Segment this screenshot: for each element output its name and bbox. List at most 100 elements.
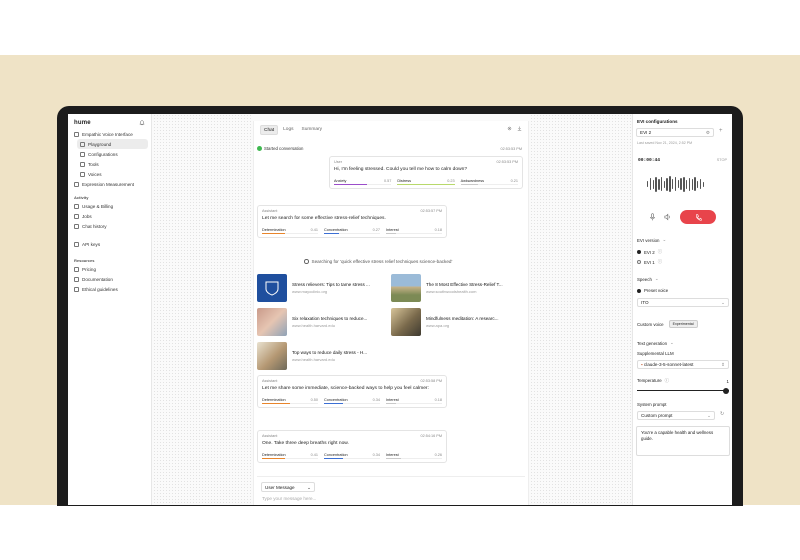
chevron-down-icon: ⌄ [707, 412, 711, 418]
config-panel: EVI configurations EVI 2 ⚙ + Last saved … [632, 114, 732, 505]
settings-icon[interactable] [507, 126, 512, 131]
supplemental-llm-label: Supplemental LLM [637, 351, 674, 356]
emotion-score: Distress 0.23 [397, 178, 455, 186]
search-result-card[interactable]: Six relaxation techniques to reduce... ww… [257, 308, 387, 336]
app-screen: hume Empathic Voice Interface Playground… [68, 114, 732, 505]
emotion-value: 0.18 [434, 397, 442, 402]
emotion-name: Determination [262, 452, 286, 457]
result-title: The 8 Most Effective Stress-Relief T... [426, 282, 503, 287]
conversation-started: Started conversation [257, 146, 303, 151]
emotion-name: Interest [386, 227, 399, 232]
emotion-scores: Determination 0.41 Concentration 0.34 Inte… [262, 453, 442, 460]
message-assistant: Assistant 02:53:58 PM Let me share some … [257, 375, 447, 409]
call-timer: 00:00:44 [638, 158, 661, 163]
emotion-score: Interest 0.18 [386, 398, 442, 405]
emotion-score: Awkwardness 0.21 [460, 178, 518, 186]
chevron-down-icon: ⌄ [307, 485, 311, 490]
search-result-card[interactable]: Stress relievers: Tips to tame stress ..… [257, 274, 387, 302]
download-icon[interactable] [517, 126, 522, 131]
system-prompt-label: System prompt [637, 402, 667, 407]
stop-label[interactable]: STOP [717, 158, 727, 162]
message-input[interactable]: Type your message here... [262, 496, 316, 501]
emotion-value: 0.21 [510, 178, 518, 183]
nav-tools[interactable]: Tools [68, 159, 151, 169]
emotion-value: 0.26 [434, 452, 442, 457]
radio-label: EVI 1 [644, 259, 655, 265]
temperature-slider-handle[interactable] [723, 387, 729, 394]
microphone-icon[interactable] [649, 213, 656, 221]
emotion-score: Determination 0.41 [262, 228, 318, 235]
message-text: Hi, I'm feeling stressed. Could you tell… [334, 167, 468, 172]
emotion-bar [262, 403, 290, 405]
text-generation-heading[interactable]: Text generation ⌄ [637, 340, 674, 346]
radio-indicator [637, 288, 641, 293]
message-text: Let me share some immediate, science-bac… [262, 386, 429, 391]
message-text: One. Take three deep breaths right now. [262, 441, 349, 446]
settings-icon [80, 151, 85, 157]
evi-1-radio[interactable]: EVI 1 ⓘ [637, 259, 662, 265]
voice-select[interactable]: ITO ⌄ [637, 298, 729, 307]
search-result-card[interactable]: Mindfulness meditation: A researc... www.… [391, 308, 521, 336]
emotion-name: Determination [262, 397, 286, 402]
emotion-bar [262, 458, 285, 460]
emotion-scores: Determination 0.41 Concentration 0.27 Inte… [262, 228, 442, 235]
result-url: www.health.harvard.edu [292, 323, 335, 328]
search-result-card[interactable]: The 8 Most Effective Stress-Relief T... w… [391, 274, 521, 302]
nav-usage-billing[interactable]: Usage & Billing [68, 201, 151, 211]
nav-label: Usage & Billing [82, 203, 114, 209]
add-icon[interactable]: + [719, 128, 723, 134]
custom-voice-radio[interactable]: Custom voice Experimental [637, 320, 698, 328]
section-title: Text generation [637, 340, 668, 346]
nav-configurations[interactable]: Configurations [68, 149, 151, 159]
nav-playground[interactable]: Playground [77, 139, 148, 149]
phone-icon [695, 213, 702, 221]
nav-empathic-voice-interface[interactable]: Empathic Voice Interface [68, 129, 151, 139]
emotion-name: Concentration [324, 452, 348, 457]
info-icon: ⓘ [664, 378, 670, 383]
tab-logs[interactable]: Logs [280, 125, 296, 135]
prompt-select-value: Custom prompt [641, 413, 673, 418]
nav-ethical-guidelines[interactable]: Ethical guidelines [68, 284, 151, 294]
speech-heading[interactable]: Speech ⌄ [637, 276, 659, 282]
message-composer: User Message ⌄ Type your message here... [257, 476, 525, 505]
config-select[interactable]: EVI 2 ⚙ [636, 128, 714, 137]
nav-label: Chat history [82, 223, 107, 229]
tab-summary[interactable]: Summary [299, 125, 326, 135]
bell-icon[interactable] [139, 119, 145, 126]
nav-pricing[interactable]: Pricing [68, 264, 151, 274]
role-select[interactable]: User Message ⌄ [261, 482, 315, 492]
evi-2-radio[interactable]: EVI 2 ⓘ [637, 249, 662, 255]
system-prompt-textarea[interactable]: You're a capable health and wellness gui… [636, 426, 730, 456]
billing-icon [74, 203, 79, 209]
result-url: www.apa.org [426, 323, 450, 328]
evi-version-heading[interactable]: EVI version ⌄ [637, 237, 666, 243]
search-result-card[interactable]: Top ways to reduce daily stress - H... ww… [257, 342, 387, 370]
emotion-name: Distress [397, 178, 412, 183]
nav-chat-history[interactable]: Chat history [68, 221, 151, 231]
message-role: Assistant [262, 434, 278, 438]
preset-voice-radio[interactable]: Preset voice [637, 288, 668, 293]
nav-documentation[interactable]: Documentation [68, 274, 151, 284]
message-role: User [334, 160, 343, 164]
temperature-slider[interactable] [637, 390, 729, 392]
nav-expression-measurement[interactable]: Expression Measurement [68, 179, 151, 189]
chevron-updown-icon: ⇕ [721, 361, 725, 367]
prompt-select[interactable]: Custom prompt ⌄ [637, 411, 715, 420]
hume-logo[interactable]: hume [74, 120, 91, 126]
end-call-button[interactable] [680, 210, 716, 224]
nav-voices[interactable]: Voices [68, 169, 151, 179]
emotion-name: Interest [386, 397, 399, 402]
emotion-bar [334, 184, 367, 186]
timestamp: 02:53:58 PM [420, 379, 442, 383]
search-status: Searching for 'quick effective stress re… [304, 259, 452, 264]
emotion-score: Concentration 0.27 [324, 228, 380, 235]
nav-api-keys[interactable]: API keys [68, 239, 151, 249]
refresh-icon[interactable]: ↻ [720, 411, 724, 417]
emotion-bar [262, 233, 285, 235]
speaker-icon[interactable] [664, 213, 671, 221]
llm-select[interactable]: ▪ claude-3-5-sonnet-latest ⇕ [637, 360, 729, 369]
nav-jobs[interactable]: Jobs [68, 211, 151, 221]
voices-icon [80, 171, 85, 177]
resources-heading: Resources [74, 258, 95, 263]
tab-chat[interactable]: Chat [260, 125, 279, 135]
